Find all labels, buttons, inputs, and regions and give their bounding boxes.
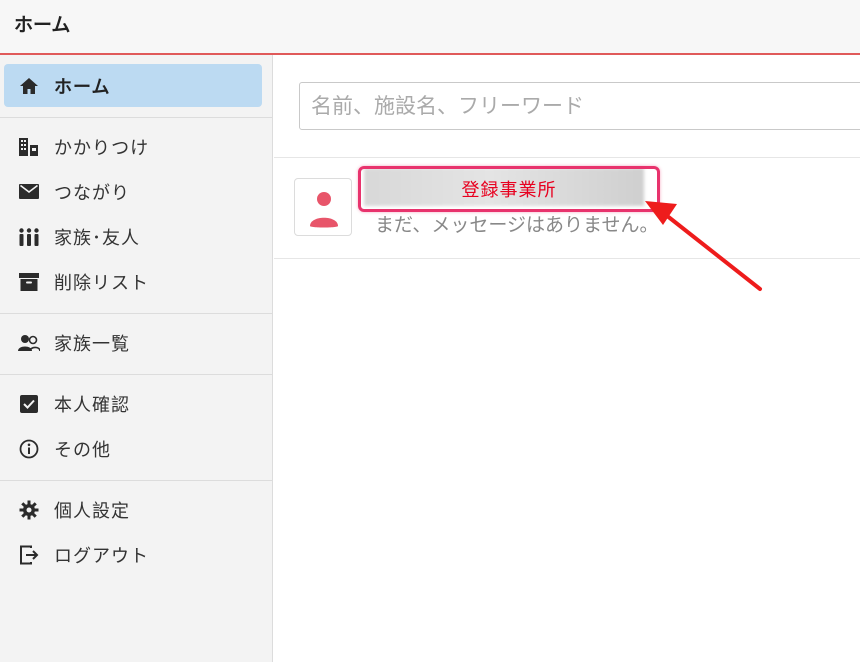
sidebar-divider: [0, 117, 272, 118]
sidebar-item-delete-list[interactable]: 削除リスト: [4, 260, 262, 303]
message-thread-item[interactable]: まだ、メッセージはありません。 登録事業所: [274, 158, 860, 258]
sidebar-item-label: 本人確認: [54, 394, 130, 416]
annotation-label: 登録事業所: [461, 180, 557, 201]
gear-icon: [18, 499, 40, 521]
page-title: ホーム: [14, 14, 71, 36]
sidebar-item-tsunagari[interactable]: つながり: [4, 170, 262, 213]
users-icon: [18, 332, 40, 354]
sidebar-item-personal-settings[interactable]: 個人設定: [4, 488, 262, 531]
sidebar-item-home[interactable]: ホーム: [4, 64, 262, 107]
sidebar-item-label: 家族一覧: [54, 333, 130, 355]
divider: [274, 258, 860, 259]
sidebar-item-label: ホーム: [54, 76, 111, 98]
envelope-icon: [18, 181, 40, 203]
logout-icon: [18, 544, 40, 566]
sidebar-item-label: 個人設定: [54, 500, 130, 522]
sidebar-item-label: ログアウト: [54, 545, 149, 567]
sidebar-divider: [0, 374, 272, 375]
app-header: ホーム: [0, 0, 860, 55]
home-icon: [18, 75, 40, 97]
sidebar-item-family-list[interactable]: 家族一覧: [4, 321, 262, 364]
message-preview: まだ、メッセージはありません。: [375, 214, 659, 236]
info-circle-icon: [18, 438, 40, 460]
main-content: まだ、メッセージはありません。 登録事業所: [274, 55, 860, 662]
sidebar-item-label: その他: [54, 439, 111, 461]
avatar: [294, 178, 352, 236]
annotation-arrow: [645, 201, 762, 291]
sidebar-item-label: つながり: [54, 182, 130, 204]
building-icon: [18, 136, 40, 158]
sidebar-item-label: 削除リスト: [54, 272, 149, 294]
sidebar-item-other[interactable]: その他: [4, 427, 262, 470]
sidebar-divider: [0, 480, 272, 481]
sidebar-divider: [0, 313, 272, 314]
people-group-icon: [18, 226, 40, 248]
sidebar-item-label: かかりつけ: [54, 137, 150, 159]
sidebar: ホーム かかりつけ つながり 家族･友人 削除リスト 家族一覧 本人確認 その他…: [0, 55, 273, 662]
user-avatar-icon: [310, 192, 338, 228]
check-square-icon: [18, 393, 40, 415]
sidebar-item-label: 家族･友人: [54, 227, 140, 249]
search-input[interactable]: [299, 82, 860, 130]
archive-icon: [18, 271, 40, 293]
sidebar-item-identity-verification[interactable]: 本人確認: [4, 382, 262, 425]
sidebar-item-logout[interactable]: ログアウト: [4, 533, 262, 576]
sidebar-item-family-friends[interactable]: 家族･友人: [4, 215, 262, 258]
sidebar-item-kakaritsuke[interactable]: かかりつけ: [4, 125, 262, 168]
